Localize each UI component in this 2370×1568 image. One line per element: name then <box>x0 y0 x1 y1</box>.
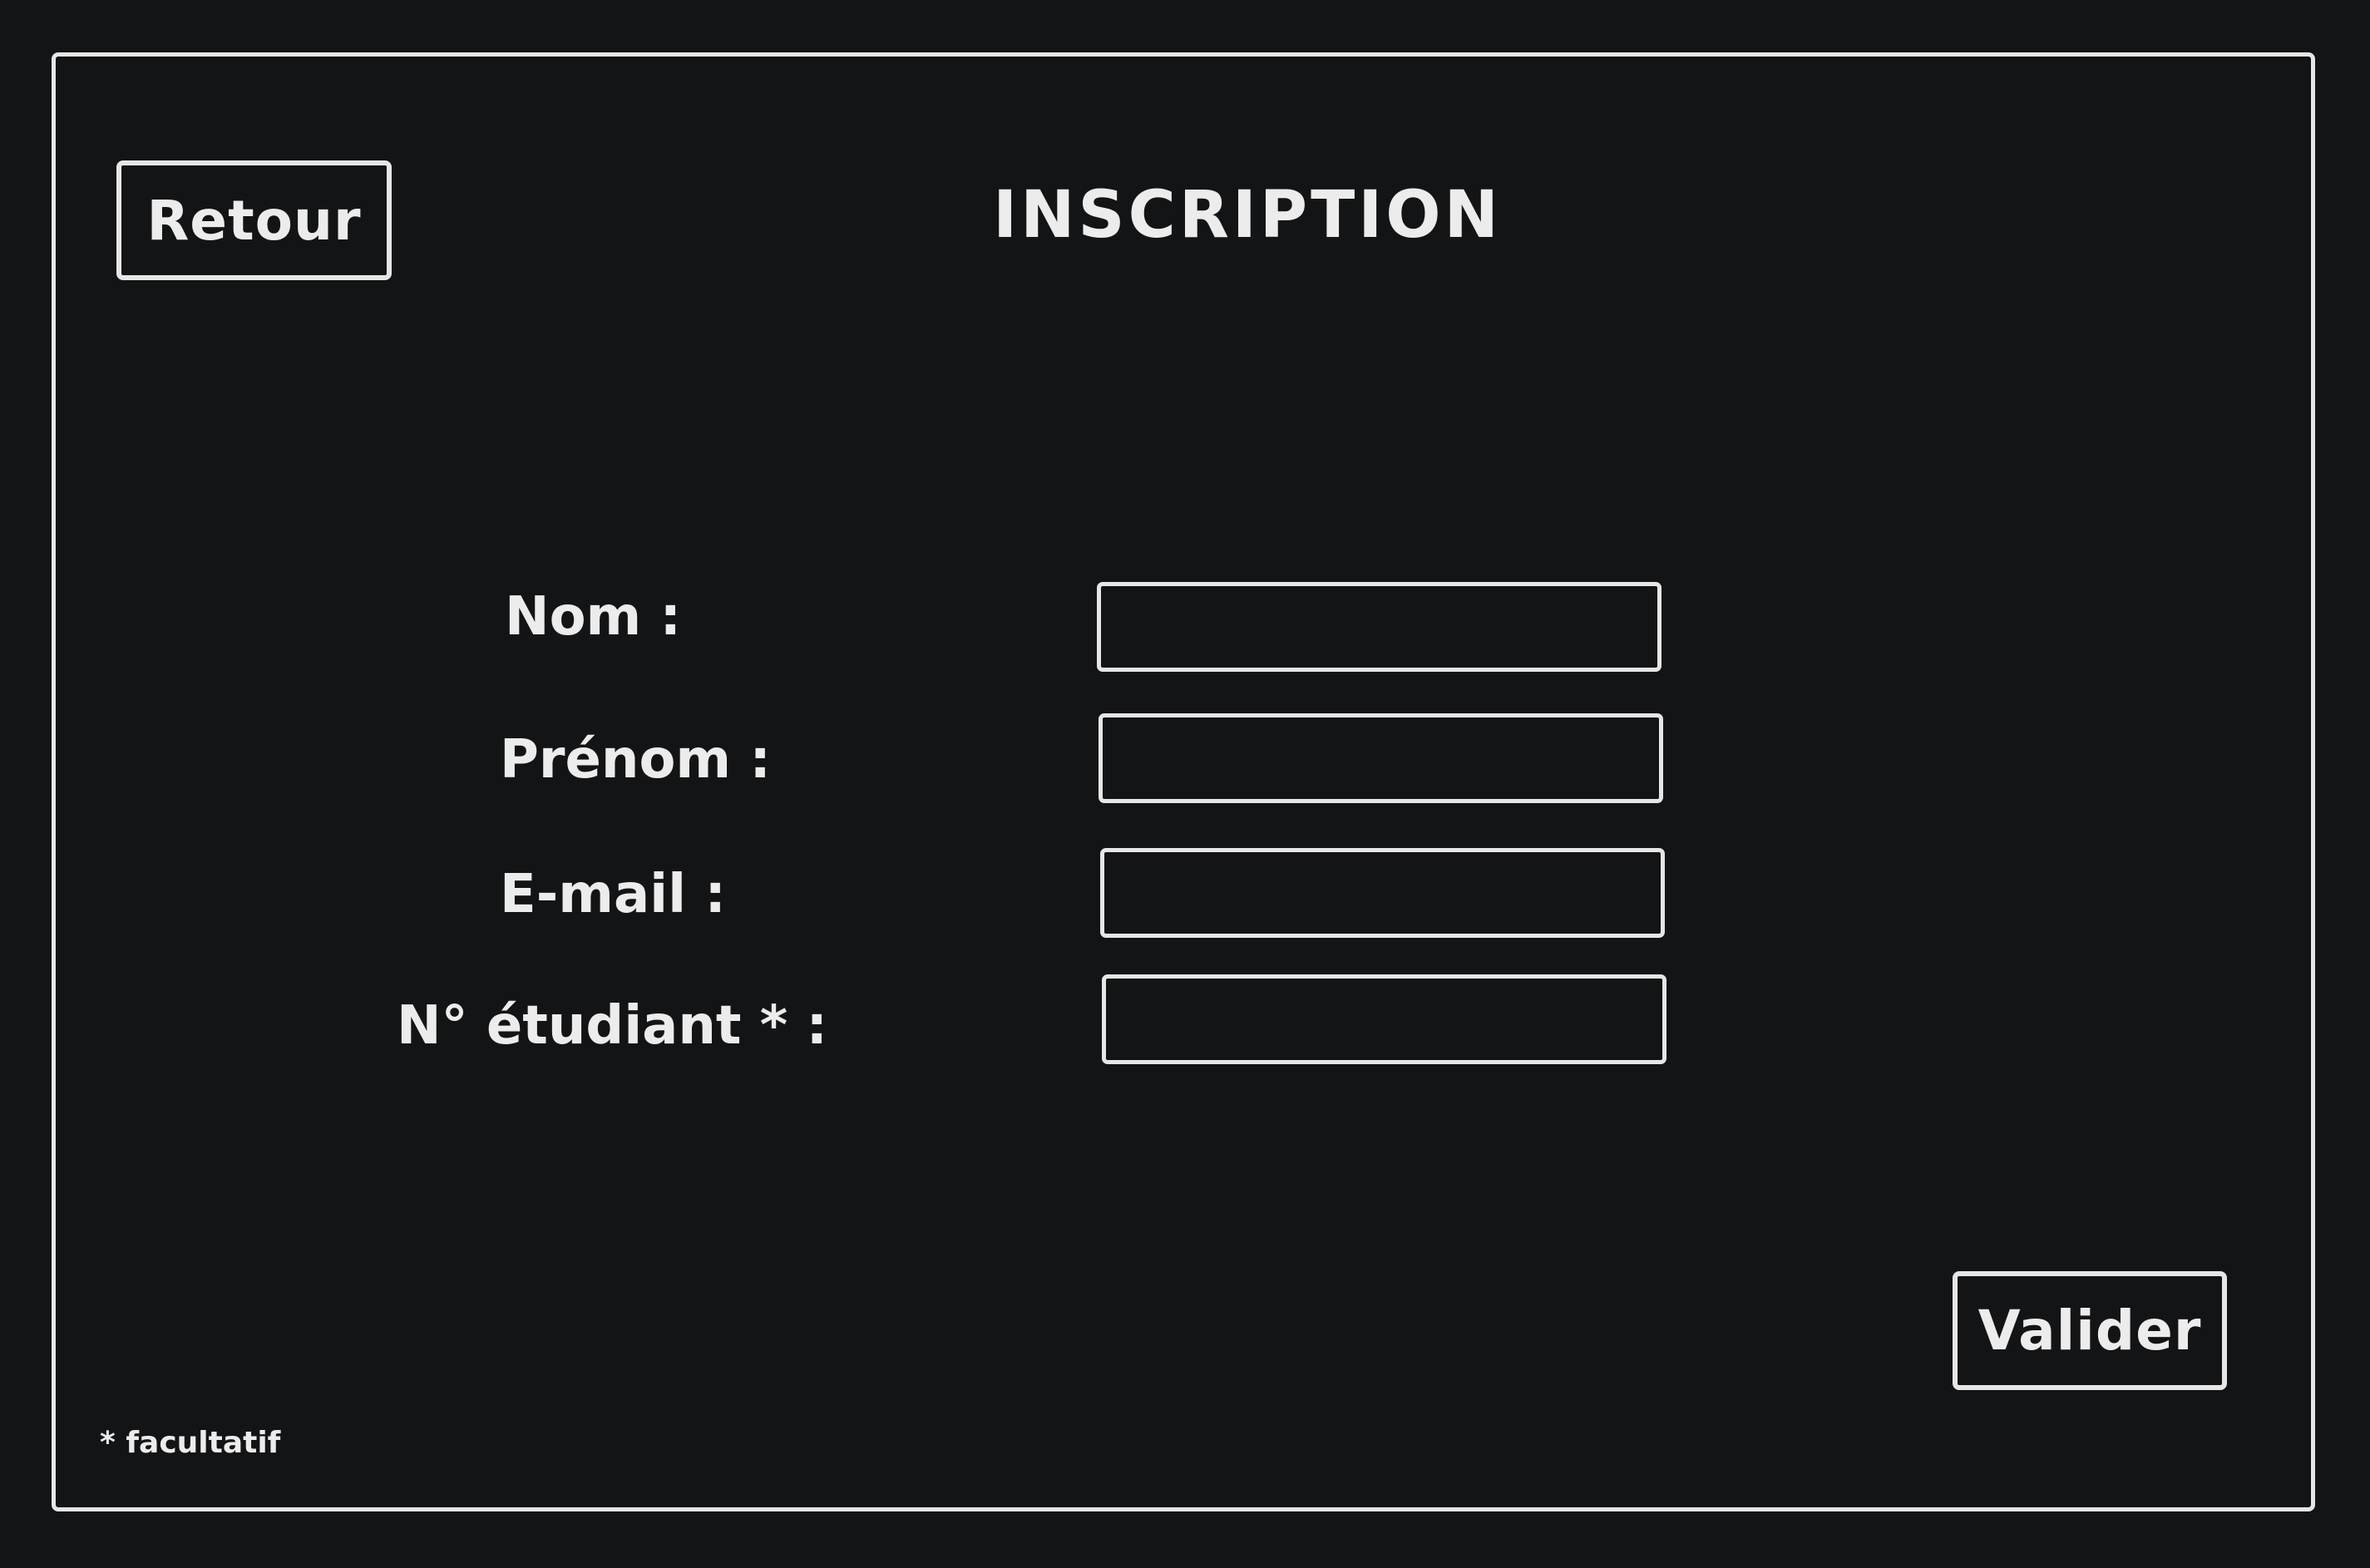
prenom-label: Prénom : <box>500 729 771 791</box>
email-label: E-mail : <box>500 864 726 925</box>
page-title: INSCRIPTION <box>993 178 1502 253</box>
back-button[interactable]: Retour <box>116 160 392 280</box>
nom-input[interactable] <box>1097 582 1661 672</box>
student-number-input[interactable] <box>1102 974 1666 1064</box>
prenom-input[interactable] <box>1099 713 1663 803</box>
nom-label: Nom : <box>505 586 682 648</box>
student-number-label: N° étudiant * : <box>397 995 828 1057</box>
email-input[interactable] <box>1100 848 1665 938</box>
optional-footnote: * facultatif <box>100 1426 281 1460</box>
submit-button[interactable]: Valider <box>1953 1271 2227 1390</box>
